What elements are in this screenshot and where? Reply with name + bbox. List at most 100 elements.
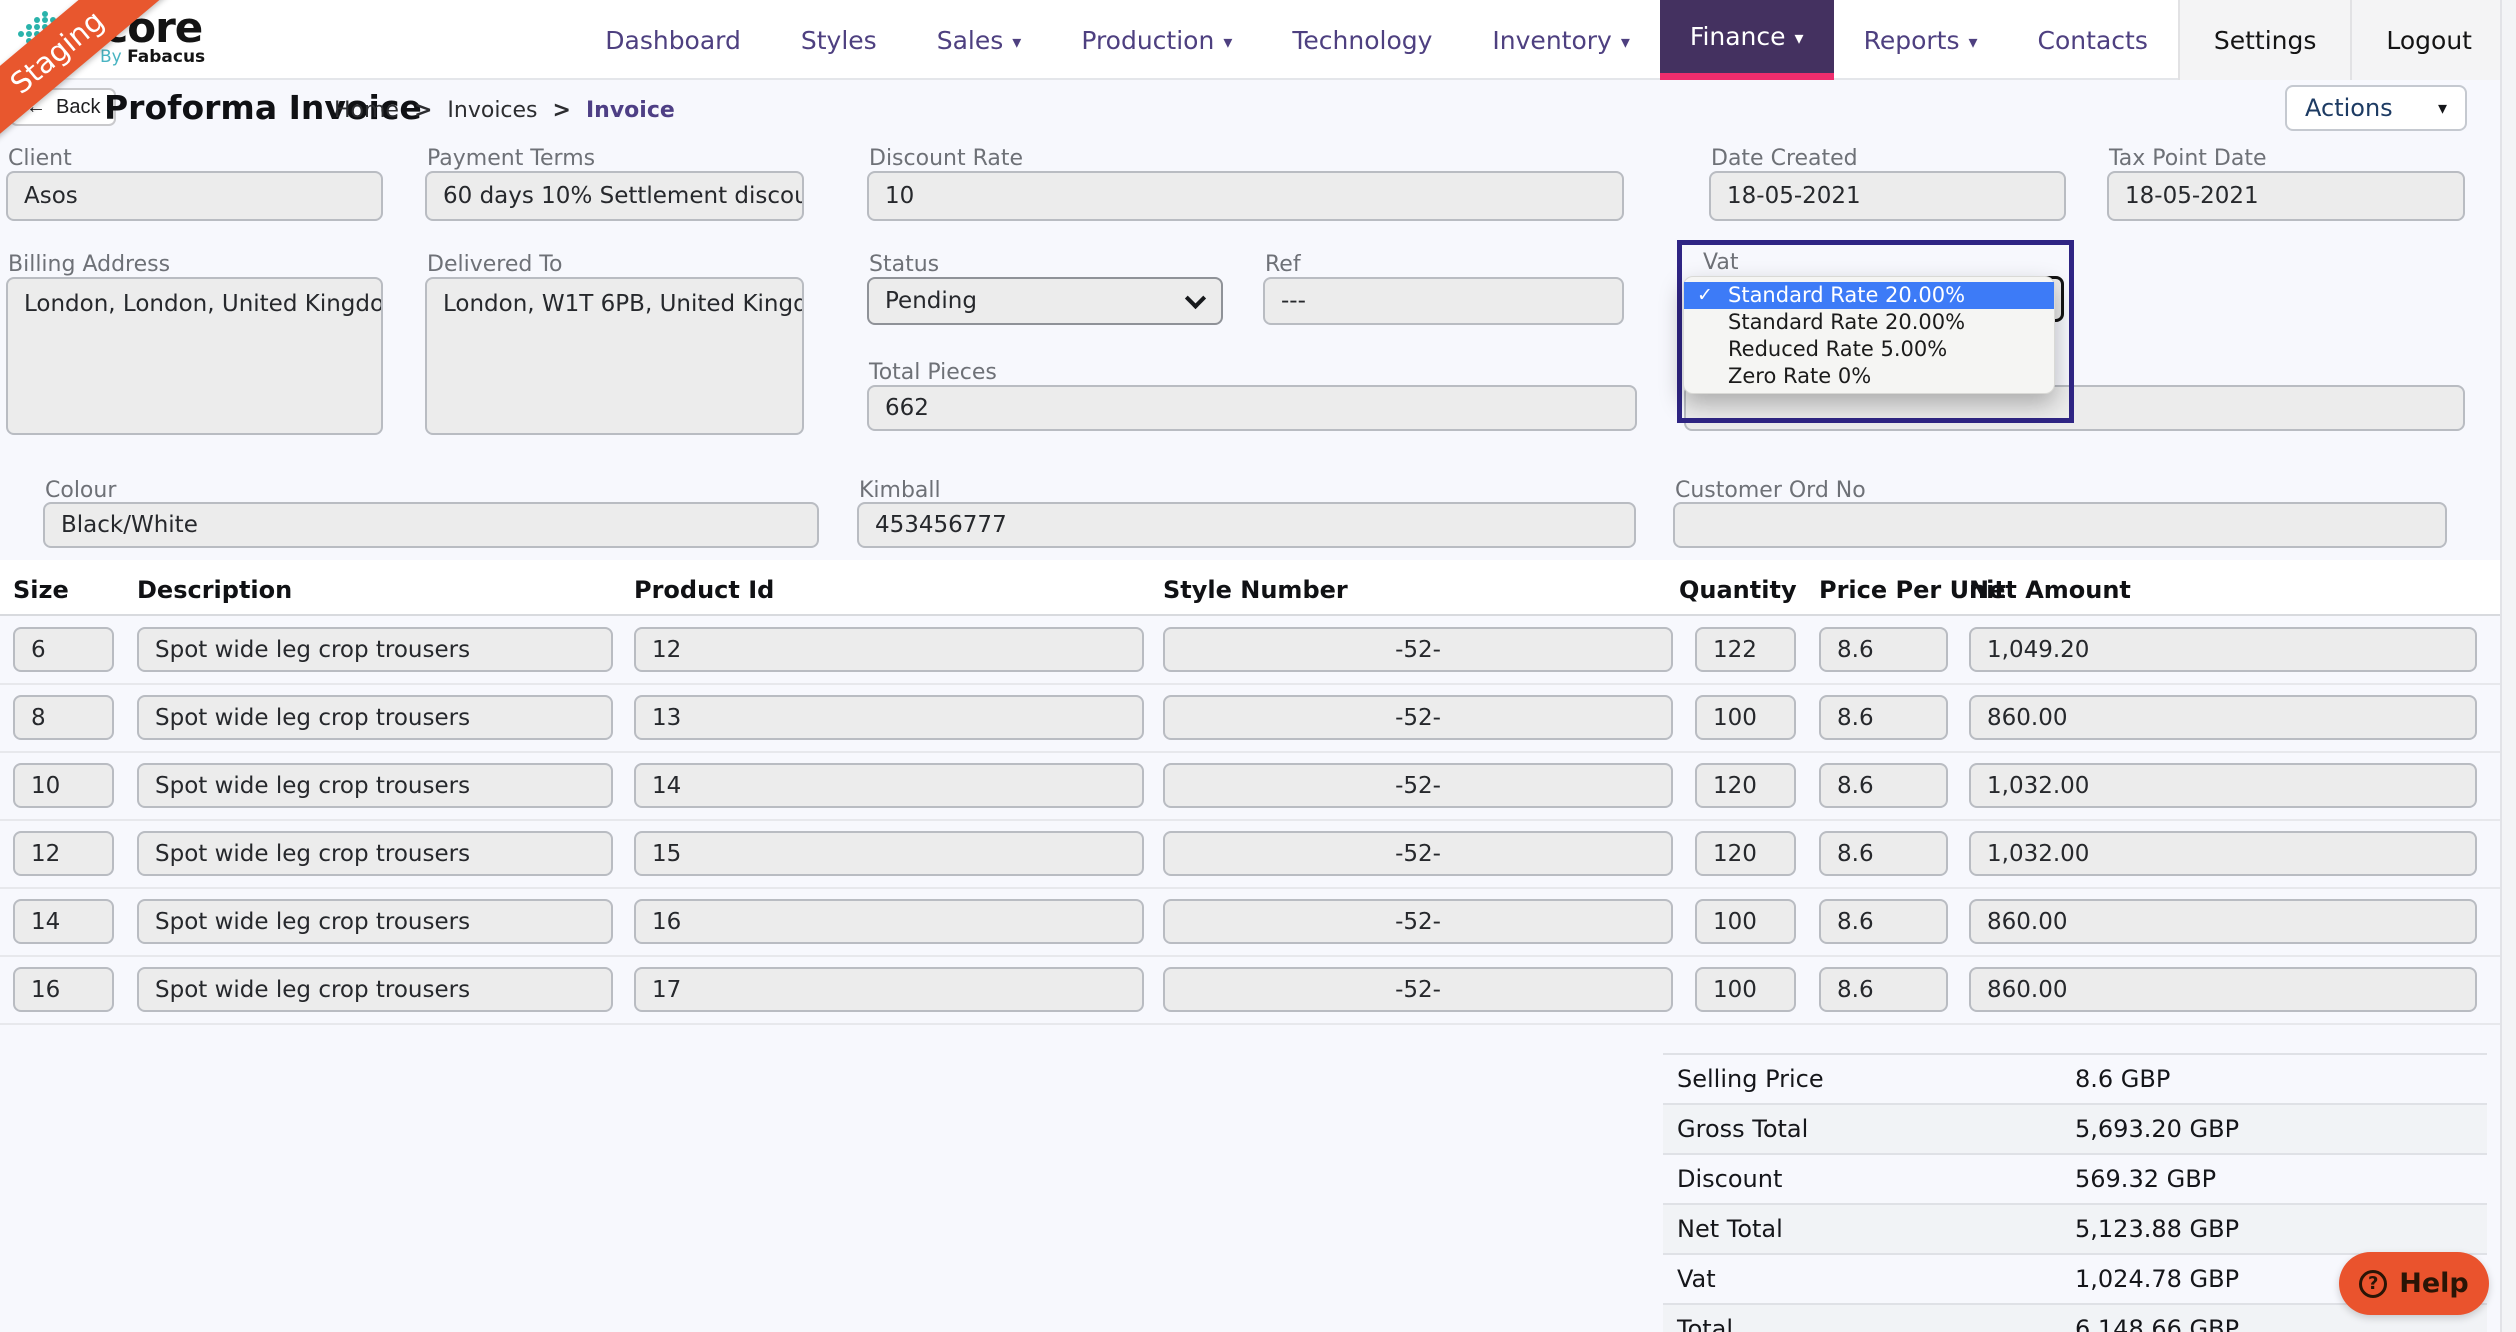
total-pieces-field[interactable]: 662 <box>867 385 1637 431</box>
main-nav: Dashboard Styles Sales▾ Production▾ Tech… <box>575 0 2516 80</box>
quantity-field[interactable]: 120 <box>1695 763 1796 808</box>
style-number-field[interactable]: -52- <box>1163 763 1673 808</box>
nav-sales[interactable]: Sales▾ <box>907 0 1052 80</box>
nav-inventory[interactable]: Inventory▾ <box>1462 0 1659 80</box>
breadcrumb-invoices[interactable]: Invoices <box>447 98 537 123</box>
nav-production[interactable]: Production▾ <box>1051 0 1262 80</box>
summary-row-gross-total: Gross Total 5,693.20 GBP <box>1663 1103 2487 1153</box>
product-id-field[interactable]: 16 <box>634 899 1144 944</box>
total-pieces-label: Total Pieces <box>869 360 997 385</box>
tax-point-date-field[interactable]: 18-05-2021 <box>2107 171 2465 221</box>
table-row: 12 Spot wide leg crop trousers 15 -52- 1… <box>0 821 2500 889</box>
product-id-field[interactable]: 17 <box>634 967 1144 1012</box>
nav-settings[interactable]: Settings <box>2178 0 2351 80</box>
vat-option[interactable]: Reduced Rate 5.00% <box>1684 336 2054 363</box>
vat-label: Vat <box>1703 250 1738 275</box>
quantity-field[interactable]: 120 <box>1695 831 1796 876</box>
size-field[interactable]: 16 <box>13 967 114 1012</box>
ref-label: Ref <box>1265 252 1301 277</box>
net-amount-field[interactable]: 1,032.00 <box>1969 763 2477 808</box>
price-per-unit-field[interactable]: 8.6 <box>1819 967 1948 1012</box>
quantity-field[interactable]: 100 <box>1695 967 1796 1012</box>
size-field[interactable]: 10 <box>13 763 114 808</box>
col-header-product-id: Product Id <box>634 576 774 604</box>
colour-label: Colour <box>45 478 116 503</box>
delivered-to-label: Delivered To <box>427 252 562 277</box>
vertical-scrollbar[interactable] <box>2500 0 2516 1332</box>
quantity-field[interactable]: 100 <box>1695 695 1796 740</box>
price-per-unit-field[interactable]: 8.6 <box>1819 831 1948 876</box>
nav-reports[interactable]: Reports▾ <box>1834 0 2008 80</box>
payment-terms-field[interactable]: 60 days 10% Settlement discount <box>425 171 804 221</box>
size-field[interactable]: 14 <box>13 899 114 944</box>
product-id-field[interactable]: 13 <box>634 695 1144 740</box>
price-per-unit-field[interactable]: 8.6 <box>1819 627 1948 672</box>
customer-ord-no-field[interactable] <box>1673 502 2447 548</box>
billing-address-field[interactable]: London, London, United Kingdom <box>6 277 383 435</box>
client-field[interactable]: Asos <box>6 171 383 221</box>
product-id-field[interactable]: 15 <box>634 831 1144 876</box>
nav-contacts[interactable]: Contacts <box>2008 0 2178 80</box>
size-field[interactable]: 12 <box>13 831 114 876</box>
style-number-field[interactable]: -52- <box>1163 967 1673 1012</box>
status-select[interactable]: Pending <box>867 277 1223 325</box>
table-row: 14 Spot wide leg crop trousers 16 -52- 1… <box>0 889 2500 957</box>
colour-field[interactable]: Black/White <box>43 502 819 548</box>
style-number-field[interactable]: -52- <box>1163 695 1673 740</box>
proforma-invoice-page: acore By Fabacus Staging Dashboard Style… <box>0 0 2516 1332</box>
question-mark-icon: ? <box>2359 1270 2387 1298</box>
style-number-field[interactable]: -52- <box>1163 627 1673 672</box>
vat-option-selected[interactable]: ✓ Standard Rate 20.00% <box>1684 282 2054 309</box>
style-number-field[interactable]: -52- <box>1163 899 1673 944</box>
chevron-down-icon: ▾ <box>1012 32 1021 53</box>
status-label: Status <box>869 252 939 277</box>
help-button[interactable]: ? Help <box>2339 1252 2489 1315</box>
quantity-field[interactable]: 100 <box>1695 899 1796 944</box>
nav-dashboard[interactable]: Dashboard <box>575 0 771 80</box>
chevron-down-icon: ▾ <box>1969 32 1978 53</box>
size-field[interactable]: 8 <box>13 695 114 740</box>
net-amount-field[interactable]: 860.00 <box>1969 967 2477 1012</box>
billing-address-label: Billing Address <box>8 252 170 277</box>
price-per-unit-field[interactable]: 8.6 <box>1819 899 1948 944</box>
date-created-field[interactable]: 18-05-2021 <box>1709 171 2066 221</box>
actions-dropdown-button[interactable]: Actions ▾ <box>2285 85 2467 131</box>
nav-technology[interactable]: Technology <box>1262 0 1462 80</box>
col-header-description: Description <box>137 576 292 604</box>
net-amount-field[interactable]: 860.00 <box>1969 899 2477 944</box>
net-amount-field[interactable]: 1,032.00 <box>1969 831 2477 876</box>
description-field[interactable]: Spot wide leg crop trousers <box>137 967 613 1012</box>
description-field[interactable]: Spot wide leg crop trousers <box>137 831 613 876</box>
description-field[interactable]: Spot wide leg crop trousers <box>137 899 613 944</box>
col-header-size: Size <box>13 576 69 604</box>
description-field[interactable]: Spot wide leg crop trousers <box>137 695 613 740</box>
vat-option[interactable]: Zero Rate 0% <box>1684 363 2054 390</box>
ref-field[interactable]: --- <box>1263 277 1624 325</box>
net-amount-field[interactable]: 860.00 <box>1969 695 2477 740</box>
payment-terms-label: Payment Terms <box>427 146 595 171</box>
product-id-field[interactable]: 12 <box>634 627 1144 672</box>
nav-logout[interactable]: Logout <box>2350 0 2516 80</box>
nav-finance[interactable]: Finance▾ <box>1660 0 1834 80</box>
quantity-field[interactable]: 122 <box>1695 627 1796 672</box>
description-field[interactable]: Spot wide leg crop trousers <box>137 627 613 672</box>
nav-styles[interactable]: Styles <box>771 0 907 80</box>
style-number-field[interactable]: -52- <box>1163 831 1673 876</box>
discount-rate-field[interactable]: 10 <box>867 171 1624 221</box>
size-field[interactable]: 6 <box>13 627 114 672</box>
chevron-down-icon: ▾ <box>2438 98 2447 119</box>
table-row: 8 Spot wide leg crop trousers 13 -52- 10… <box>0 685 2500 753</box>
kimball-label: Kimball <box>859 478 941 503</box>
price-per-unit-field[interactable]: 8.6 <box>1819 763 1948 808</box>
vat-option[interactable]: Standard Rate 20.00% <box>1684 309 2054 336</box>
description-field[interactable]: Spot wide leg crop trousers <box>137 763 613 808</box>
delivered-to-field[interactable]: London, W1T 6PB, United Kingdom <box>425 277 804 435</box>
col-header-net-amount: Net Amount <box>1969 576 2131 604</box>
breadcrumb-home[interactable]: Home <box>334 98 399 123</box>
price-per-unit-field[interactable]: 8.6 <box>1819 695 1948 740</box>
net-amount-field[interactable]: 1,049.20 <box>1969 627 2477 672</box>
kimball-field[interactable]: 453456777 <box>857 502 1636 548</box>
checkmark-icon: ✓ <box>1697 282 1713 309</box>
product-id-field[interactable]: 14 <box>634 763 1144 808</box>
chevron-down-icon: ▾ <box>1795 28 1804 49</box>
